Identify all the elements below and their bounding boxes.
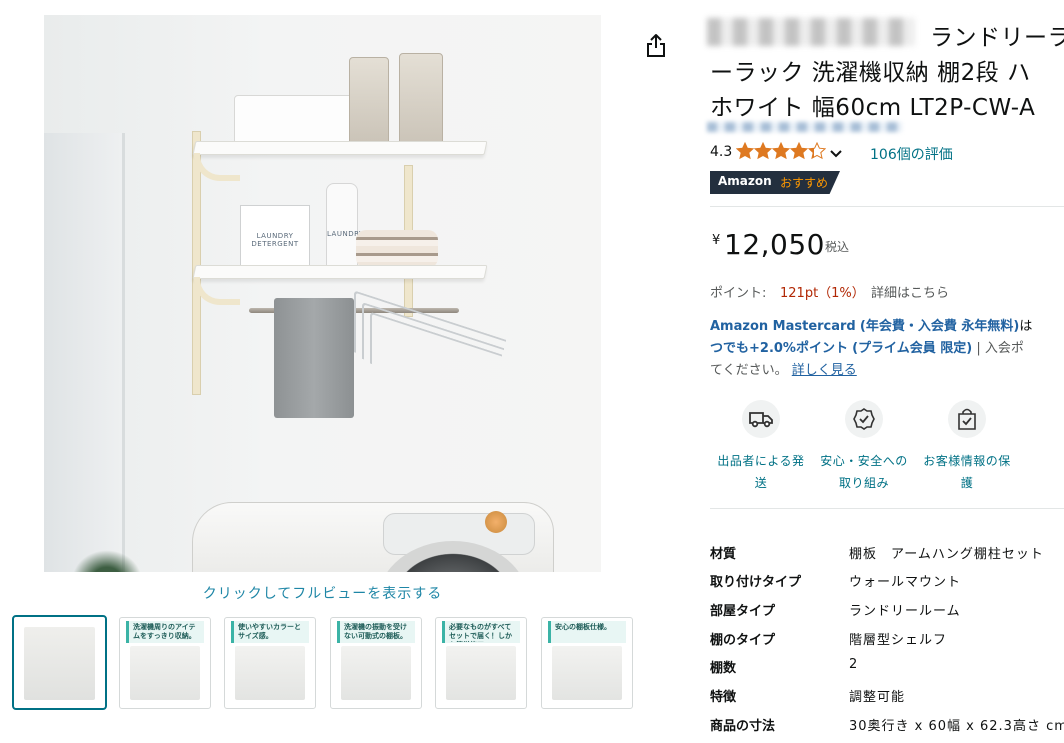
thumbnail-2[interactable]: 洗濯機周りのアイテムをすっきり収納。 xyxy=(119,617,211,709)
spec-key: 棚のタイプ xyxy=(710,633,776,648)
thumbnail-3[interactable]: 使いやすいカラーとサイズ感。 xyxy=(224,617,316,709)
product-title-line2: ーラック 洗濯機収納 棚2段 ハ xyxy=(710,60,1031,86)
star-icon xyxy=(789,141,809,160)
thumbnail-caption-bg: 必要なものがすべてセットで届く！しかも簡単施工。 xyxy=(442,621,520,643)
spec-key: 棚数 xyxy=(710,661,737,676)
mastercard-promo-line1: Amazon Mastercard (年会費・入会費 永年無料)は xyxy=(710,315,1032,334)
star-rating-icons xyxy=(735,141,827,160)
thumbnail-caption-bg: 洗濯機の振動を受けない可動式の棚板。 xyxy=(337,621,415,643)
brand-link-redacted[interactable] xyxy=(707,122,902,132)
price-symbol: ¥ xyxy=(712,233,721,248)
thumbnail-caption-bg: 使いやすいカラーとサイズ感。 xyxy=(231,621,309,643)
spec-value: ランドリールーム xyxy=(849,604,961,619)
rating-value: 4.3 xyxy=(710,144,733,160)
mastercard-line3-text: てください。 xyxy=(710,363,788,378)
spec-key: 商品の寸法 xyxy=(710,719,776,734)
folded-towels xyxy=(356,230,438,268)
thumbnail-image xyxy=(552,646,622,700)
mastercard-promo-line2: つでも+2.0%ポイント (プライム会員 限定) | 入会ポ xyxy=(710,337,1024,356)
thumbnail-6[interactable]: 安心の棚板仕様。 xyxy=(541,617,633,709)
mastercard-fee-note: (年会費・入会費 永年無料) xyxy=(859,319,1020,334)
spec-value: 30奥行き x 60幅 x 62.3高さ cm xyxy=(849,719,1064,734)
divider xyxy=(710,508,1064,509)
thumbnail-caption-bg: 安心の棚板仕様。 xyxy=(548,621,626,643)
fullview-link[interactable]: クリックしてフルビューを表示する xyxy=(44,583,601,603)
feature-safety[interactable]: 安心・安全への 取り組み xyxy=(814,400,914,494)
spec-value: 階層型シェルフ xyxy=(849,633,948,648)
secure-bag-icon xyxy=(948,400,986,438)
price-tax-label: 税込 xyxy=(825,240,850,254)
title-redacted xyxy=(707,18,915,46)
thumbnail-caption: 安心の棚板仕様。 xyxy=(555,623,611,631)
spec-value: 棚板 アームハング棚柱セット xyxy=(849,547,1044,562)
thumbnail-image xyxy=(341,646,411,700)
divider xyxy=(710,206,1064,207)
thumbnail-5[interactable]: 必要なものがすべてセットで届く！しかも簡単施工。 xyxy=(435,617,527,709)
feature-privacy[interactable]: お客様情報の保護 xyxy=(917,400,1017,494)
plant xyxy=(72,550,142,572)
thumbnail-caption: 洗濯機周りのアイテムをすっきり収納。 xyxy=(133,623,196,640)
spec-value: 調整可能 xyxy=(849,690,906,705)
points-detail-link[interactable]: 詳細はこちら xyxy=(871,282,949,301)
thumbnail-4[interactable]: 洗濯機の振動を受けない可動式の棚板。 xyxy=(330,617,422,709)
spec-key: 特徴 xyxy=(710,690,737,705)
mastercard-name-link[interactable]: Amazon Mastercard xyxy=(710,319,856,334)
mastercard-line1-tail: は xyxy=(1019,319,1033,334)
white-basket xyxy=(234,95,356,145)
product-title-line3: ホワイト 幅60cm LT2P-CW-A xyxy=(710,95,1036,121)
spec-key: 部屋タイプ xyxy=(710,604,776,619)
points-label: ポイント: xyxy=(710,286,767,301)
detergent-bottle-label: LAUNDRY xyxy=(327,230,364,238)
feature-seller-shipping[interactable]: 出品者による発送 xyxy=(711,400,811,494)
spec-value: ウォールマウント xyxy=(849,575,962,590)
product-title-line1: ランドリーラ xyxy=(930,25,1064,51)
thumbnail-image xyxy=(235,646,305,700)
washing-machine xyxy=(192,502,554,572)
feature-label: 出品者による発送 xyxy=(717,454,805,490)
thumbnail-caption: 使いやすいカラーとサイズ感。 xyxy=(238,623,301,640)
washer-dial xyxy=(485,511,507,533)
detergent-bottle: LAUNDRY xyxy=(326,183,364,271)
star-icon xyxy=(807,141,827,160)
share-icon[interactable] xyxy=(645,33,667,59)
mastercard-promo-line3: てください。 詳しく見る xyxy=(710,359,857,378)
thumbnail-image xyxy=(24,627,95,700)
truck-icon xyxy=(742,400,780,438)
thumbnail-1[interactable] xyxy=(12,615,107,710)
mirror xyxy=(44,133,125,572)
shield-check-icon xyxy=(845,400,883,438)
points-value: 121pt（1%） xyxy=(780,286,865,301)
thumbnail-caption-bg: 洗濯機周りのアイテムをすっきり収納。 xyxy=(126,621,204,643)
mastercard-details-link[interactable]: 詳しく見る xyxy=(792,363,857,378)
feature-label: お客様情報の保護 xyxy=(923,454,1011,490)
price-value: 12,050 xyxy=(724,228,825,261)
thumbnail-image xyxy=(446,646,516,700)
badge-label: おすすめ xyxy=(780,176,829,190)
amazons-choice-badge: Amazon おすすめ xyxy=(710,171,840,194)
detergent-pouch xyxy=(349,57,389,149)
feature-label: 安心・安全への 取り組み xyxy=(820,454,908,490)
detergent-pouch xyxy=(399,53,443,151)
badge-brand: Amazon xyxy=(718,174,772,188)
chevron-down-icon[interactable] xyxy=(829,145,843,158)
spec-key: 取り付けタイプ xyxy=(710,575,802,590)
main-product-image[interactable]: LAUNDRY DETERGENT LAUNDRY xyxy=(44,15,601,572)
hanging-towel xyxy=(274,298,354,418)
thumbnail-caption: 洗濯機の振動を受けない可動式の棚板。 xyxy=(344,623,407,640)
detergent-box-label: LAUNDRY DETERGENT xyxy=(251,232,299,249)
star-icon xyxy=(771,141,791,160)
star-rating[interactable] xyxy=(735,141,827,160)
review-count-link[interactable]: 106個の評価 xyxy=(870,144,953,164)
mastercard-points-text: つでも+2.0%ポイント xyxy=(710,341,848,356)
thumbnail-image xyxy=(130,646,200,700)
spec-value: 2 xyxy=(849,657,859,672)
star-icon xyxy=(735,141,755,160)
detergent-box: LAUNDRY DETERGENT xyxy=(240,205,310,269)
mastercard-prime-note: (プライム会員 限定) xyxy=(852,341,973,356)
star-icon xyxy=(753,141,773,160)
thumbnail-caption: 必要なものがすべてセットで届く！しかも簡単施工。 xyxy=(449,623,512,642)
spec-key: 材質 xyxy=(710,547,737,562)
mastercard-line2-tail: | 入会ポ xyxy=(976,341,1024,356)
